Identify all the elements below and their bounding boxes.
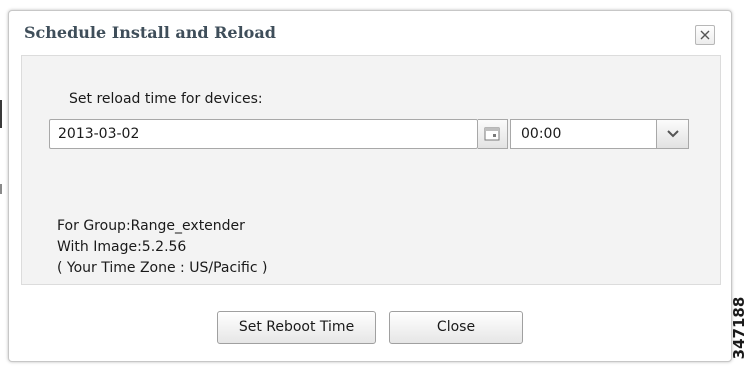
dialog-titlebar[interactable]: Schedule Install and Reload — [9, 11, 731, 55]
background-edge-lower — [0, 184, 2, 194]
screen: Schedule Install and Reload Set reload t… — [0, 0, 751, 373]
calendar-button[interactable] — [478, 119, 508, 149]
calendar-icon — [484, 127, 500, 141]
close-dialog-button[interactable] — [695, 25, 715, 45]
image-info: With Image:5.2.56 — [57, 239, 187, 255]
background-edge — [0, 100, 2, 128]
dialog-body: Set reload time for devices: 2013-03-02 … — [21, 55, 721, 285]
reload-date-input[interactable]: 2013-03-02 — [49, 119, 478, 149]
close-x-icon — [700, 30, 710, 40]
time-dropdown-button[interactable] — [656, 119, 689, 149]
dialog-title: Schedule Install and Reload — [24, 23, 276, 42]
close-button[interactable]: Close — [389, 311, 523, 344]
set-reboot-time-button[interactable]: Set Reboot Time — [217, 311, 376, 344]
figure-id-label: 347188 — [730, 296, 748, 360]
chevron-down-icon — [667, 130, 679, 138]
timezone-info: ( Your Time Zone : US/Pacific ) — [57, 260, 268, 276]
group-info: For Group:Range_extender — [57, 218, 245, 234]
reload-time-select[interactable]: 00:00 — [510, 119, 656, 149]
schedule-install-dialog: Schedule Install and Reload Set reload t… — [8, 10, 732, 362]
reload-time-label: Set reload time for devices: — [69, 91, 263, 107]
figure-id: 347188 — [726, 292, 750, 370]
